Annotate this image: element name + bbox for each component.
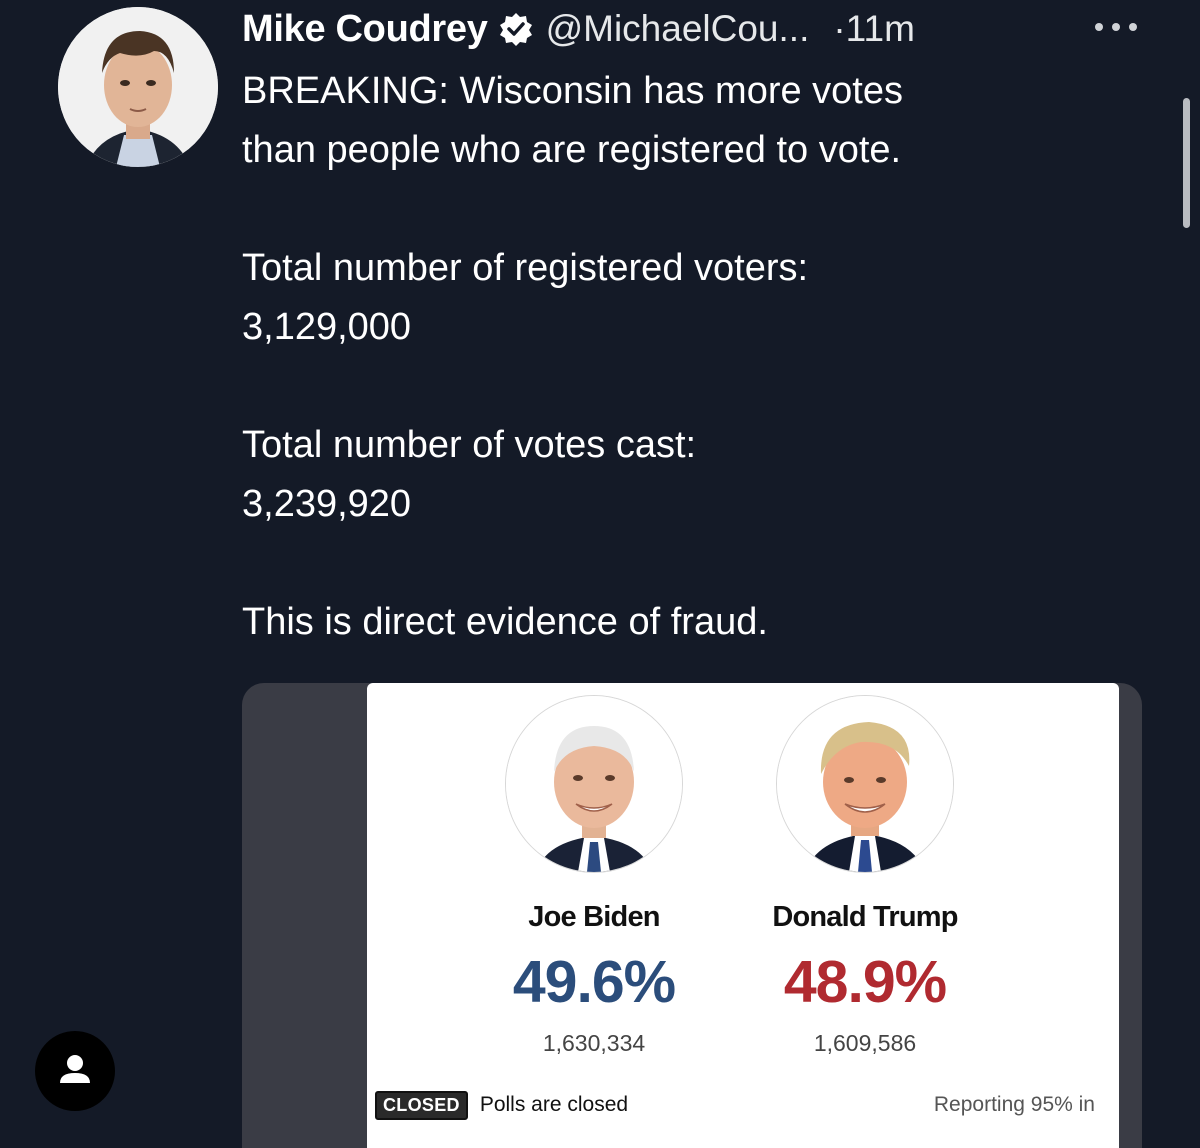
tweet-headline-line-2: than people who are registered to vote. (242, 129, 902, 171)
more-horizontal-icon[interactable] (1093, 20, 1139, 34)
candidate-name: Joe Biden (528, 901, 660, 933)
votes-cast-value: 3,239,920 (242, 483, 412, 525)
tweet-header: Mike Coudrey @MichaelCou... ·11m (242, 2, 915, 56)
tweet-headline-line-1: BREAKING: Wisconsin has more votes (242, 70, 903, 112)
polls-status: Polls are closed (479, 1093, 629, 1116)
author-name[interactable]: Mike Coudrey (242, 8, 488, 51)
verified-badge-icon (498, 11, 534, 47)
candidate-votes: 1,630,334 (542, 1030, 646, 1056)
tweet-timestamp[interactable]: ·11m (833, 8, 915, 50)
candidate-name: Donald Trump (772, 901, 958, 933)
profile-button[interactable] (35, 1031, 115, 1111)
candidate-percent: 49.6% (512, 949, 676, 1015)
election-results-image: Joe Biden 49.6% 1,630,334 Donald Trump 4… (367, 683, 1119, 1148)
registered-voters-label: Total number of registered voters: (242, 247, 809, 289)
tweet-media[interactable]: Joe Biden 49.6% 1,630,334 Donald Trump 4… (242, 683, 1142, 1148)
candidate-photo (505, 695, 683, 873)
person-icon (60, 1055, 90, 1083)
results-footer: CLOSED Polls are closed Reporting 95% in (375, 1088, 1111, 1122)
tweet-conclusion: This is direct evidence of fraud. (242, 601, 768, 643)
registered-voters-value: 3,129,000 (242, 306, 412, 348)
tweet-screen: Mike Coudrey @MichaelCou... ·11m BREAKIN… (0, 0, 1200, 1148)
votes-cast-label: Total number of votes cast: (242, 424, 697, 466)
author-avatar[interactable] (58, 7, 218, 167)
candidate-percent: 48.9% (783, 949, 947, 1015)
author-handle[interactable]: @MichaelCou... (546, 8, 810, 50)
tweet-body: BREAKING: Wisconsin has more votes than … (242, 62, 1142, 652)
candidate-biden: Joe Biden 49.6% 1,630,334 (474, 695, 714, 1057)
avatar-photo (58, 7, 218, 167)
candidate-trump: Donald Trump 48.9% 1,609,586 (745, 695, 985, 1057)
candidate-photo (776, 695, 954, 873)
scrollbar[interactable] (1183, 98, 1190, 228)
candidate-votes: 1,609,586 (813, 1030, 917, 1056)
reporting-status: Reporting 95% in (933, 1093, 1095, 1116)
closed-badge: CLOSED (375, 1090, 468, 1120)
